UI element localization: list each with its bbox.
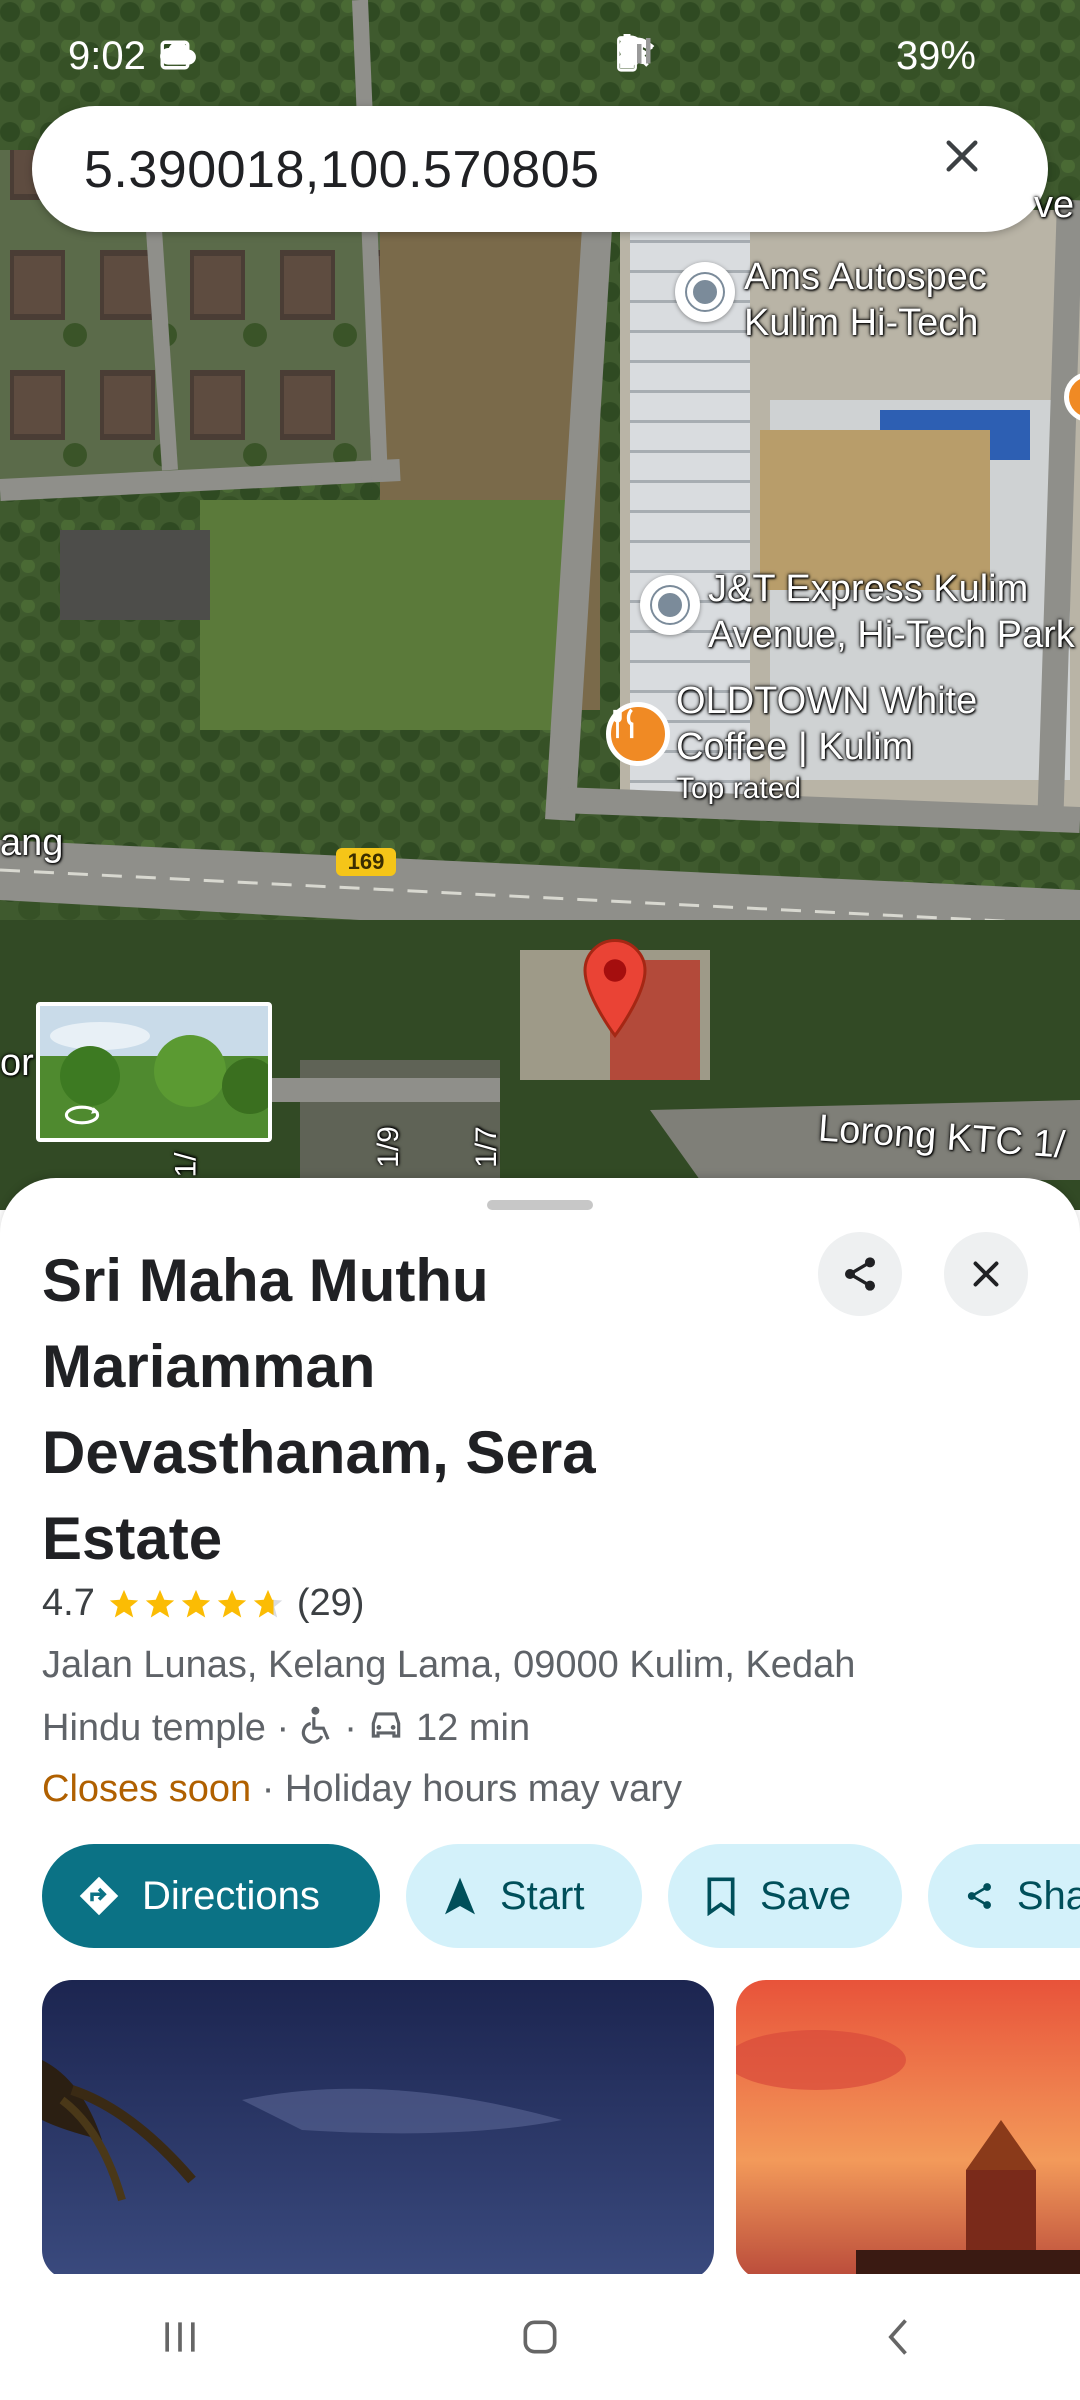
poi-label-oldtown[interactable]: OLDTOWN White Coffee | Kulim [676, 678, 977, 770]
photo-carousel[interactable] [42, 1980, 1080, 2278]
rating-stars [107, 1587, 285, 1621]
home-button[interactable] [480, 2287, 600, 2387]
separator: · [261, 1768, 275, 1810]
search-query[interactable]: 5.390018,100.570805 [84, 140, 600, 200]
rating-value: 4.7 [42, 1582, 95, 1624]
start-label: Start [500, 1873, 585, 1918]
open-status: Closes soon [42, 1768, 252, 1810]
share-label: Sha [1016, 1873, 1080, 1918]
start-button[interactable]: Start [406, 1844, 642, 1948]
category: Hindu temple [42, 1707, 266, 1750]
drag-handle[interactable] [487, 1200, 593, 1210]
share-button[interactable] [818, 1232, 902, 1316]
directions-icon [79, 1876, 119, 1916]
star-icon [181, 1589, 210, 1617]
system-nav-bar [0, 2274, 1080, 2400]
edge-label-left: or [0, 1042, 34, 1084]
back-icon [888, 2319, 907, 2355]
hours-line[interactable]: Closes soon · Holiday hours may vary [42, 1768, 682, 1811]
category-line: Hindu temple · · 12 min [42, 1706, 530, 1754]
navigation-arrow-icon [445, 1877, 475, 1915]
close-sheet-button[interactable] [944, 1232, 1028, 1316]
road-label-left: ang [0, 822, 64, 864]
search-bar[interactable]: 5.390018,100.570805 [32, 106, 1048, 232]
poi-label-jt-express[interactable]: J&T Express Kulim Avenue, Hi-Tech Park [708, 566, 1075, 658]
cloud-icon [160, 38, 252, 76]
wheelchair-icon [300, 1706, 334, 1754]
place-details-sheet: Sri Maha Muthu Mariamman Devasthanam, Se… [0, 1178, 1080, 2278]
battery-icon [617, 34, 1032, 76]
star-icon [109, 1589, 138, 1617]
close-icon[interactable] [942, 136, 1008, 202]
place-photo[interactable] [42, 1980, 714, 2278]
poi-label-ams[interactable]: Ams Autospec Kulim Hi-Tech [744, 254, 987, 346]
recent-apps-icon [165, 2322, 195, 2352]
drive-time: 12 min [416, 1707, 531, 1750]
recent-apps-button[interactable] [120, 2287, 240, 2387]
status-time: 9:02 [68, 34, 146, 78]
address-line: Jalan Lunas, Kelang Lama, 09000 Kulim, K… [42, 1644, 856, 1686]
night-sky-photo [42, 1980, 714, 2278]
restaurant-pin[interactable] [606, 702, 670, 766]
route-169-shield: 169 [336, 848, 396, 876]
sunset-temple-photo [736, 1980, 1080, 2278]
separator: · [344, 1707, 357, 1750]
save-button[interactable]: Save [668, 1844, 902, 1948]
place-photo[interactable] [736, 1980, 1080, 2278]
car-icon [367, 1708, 405, 1752]
location-icon [618, 35, 710, 76]
share-icon [967, 1883, 991, 1909]
poi-pin-jt-express[interactable] [640, 575, 700, 635]
satellite-map[interactable]: 9:02 39% 5.390018,100.570805 Ams Autospe… [0, 0, 1080, 1210]
action-chips: Directions Start Save Sha [42, 1844, 1080, 1948]
directions-button[interactable]: Directions [42, 1844, 380, 1948]
poi-pin-ams[interactable] [675, 262, 735, 322]
rating-row[interactable]: 4.7 (29) [42, 1582, 364, 1625]
wifi-icon [617, 38, 766, 76]
hours-note: Holiday hours may vary [284, 1768, 682, 1810]
directions-label: Directions [142, 1873, 320, 1918]
back-button[interactable] [840, 2287, 960, 2387]
home-icon [523, 2320, 557, 2354]
street-label-1-9: 1/9 [371, 1126, 405, 1168]
star-icon [217, 1589, 246, 1617]
review-count: (29) [296, 1582, 365, 1624]
top-rated-badge: Top rated [676, 772, 802, 805]
share-chip-button[interactable]: Sha [928, 1844, 1080, 1948]
separator: · [276, 1707, 290, 1750]
edge-label-top-right: ve [1034, 184, 1075, 226]
share-icon [845, 1257, 875, 1291]
status-bar: 9:02 39% [0, 0, 1080, 110]
battery-percent: 39% [895, 34, 976, 78]
star-icon [253, 1589, 282, 1617]
street-label-1: 1/ [169, 1152, 203, 1178]
street-view-thumbnail[interactable] [36, 1002, 272, 1142]
star-icon [145, 1589, 174, 1617]
signal-icon [618, 38, 878, 76]
wifi-call-icon [622, 37, 822, 76]
place-title: Sri Maha Muthu Mariamman Devasthanam, Se… [42, 1247, 596, 1572]
street-label-1-7: 1/7 [469, 1126, 503, 1168]
bookmark-icon [707, 1877, 735, 1916]
close-icon [973, 1261, 999, 1287]
fork-knife-icon [613, 708, 634, 739]
save-label: Save [760, 1873, 852, 1918]
